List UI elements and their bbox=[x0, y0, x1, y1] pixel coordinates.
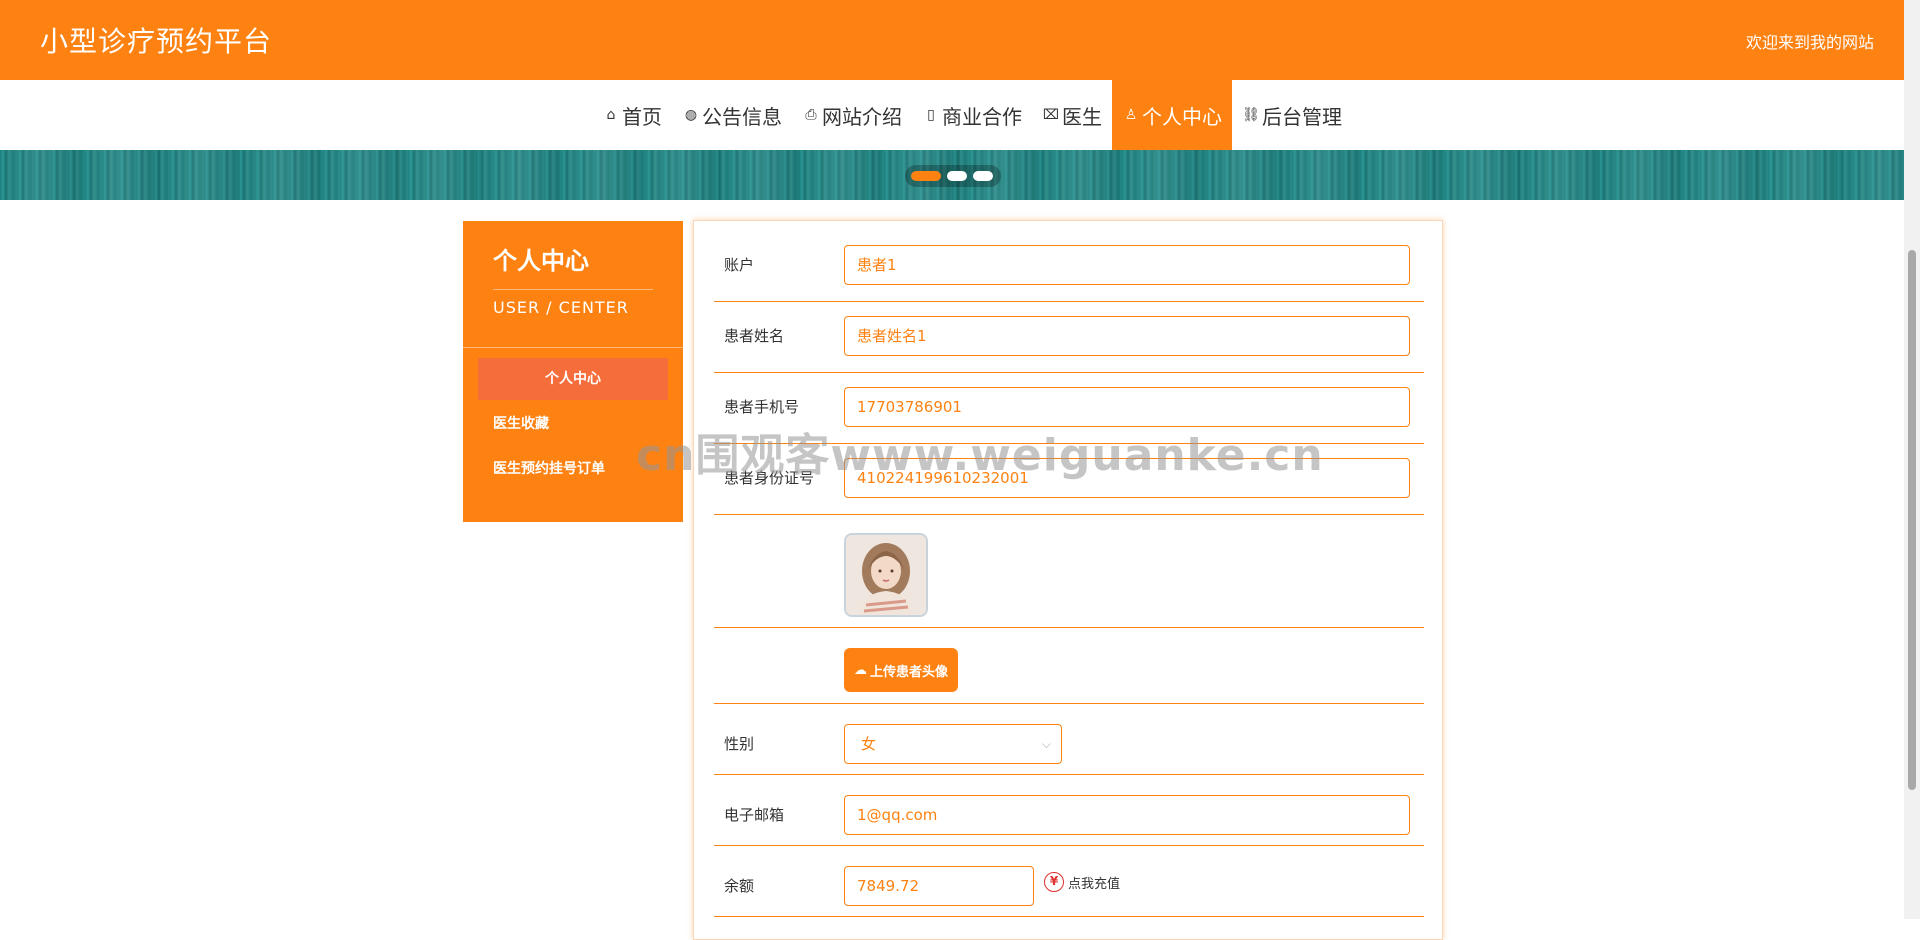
carousel-dot-1[interactable] bbox=[911, 171, 941, 181]
nav-item-label: 个人中心 bbox=[1142, 104, 1222, 129]
main-nav: ⌂ 首页 ◍ 公告信息 ⎙ 网站介绍 ▯ 商业合作 ⌧ 医生 ♙ 个人中心 ⛓ … bbox=[0, 80, 1904, 150]
nav-item-about[interactable]: ⎙ 网站介绍 bbox=[792, 80, 912, 150]
printer-icon: ⎙ bbox=[805, 107, 817, 123]
form-row-upload: ☁ 上传患者头像 bbox=[714, 628, 1424, 704]
form-row-balance: 余额 7849.72 ¥ 点我充值 bbox=[714, 846, 1424, 917]
gender-select[interactable]: 女 ⌵ bbox=[844, 724, 1062, 764]
account-input[interactable]: 患者1 bbox=[844, 245, 1410, 285]
nav-item-announcements[interactable]: ◍ 公告信息 bbox=[672, 80, 792, 150]
name-label: 患者姓名 bbox=[724, 327, 785, 345]
gender-label: 性别 bbox=[724, 735, 755, 753]
balance-input[interactable]: 7849.72 bbox=[844, 866, 1034, 906]
nav-item-admin[interactable]: ⛓ 后台管理 bbox=[1232, 80, 1352, 150]
avatar bbox=[844, 533, 928, 617]
user-icon: ♙ bbox=[1124, 107, 1138, 123]
document-icon: ▯ bbox=[927, 107, 935, 123]
phone-label: 患者手机号 bbox=[724, 398, 800, 416]
recharge-label: 点我充值 bbox=[1068, 876, 1121, 892]
nav-item-home[interactable]: ⌂ 首页 bbox=[592, 80, 672, 150]
gift-icon: ⌧ bbox=[1042, 107, 1060, 123]
nav-item-label: 医生 bbox=[1062, 104, 1102, 129]
nav-item-label: 网站介绍 bbox=[822, 104, 902, 129]
form-row-gender: 性别 女 ⌵ bbox=[714, 704, 1424, 775]
sidebar-divider bbox=[463, 347, 683, 348]
carousel-indicators bbox=[905, 165, 1001, 187]
sidebar-item-user-center[interactable]: 个人中心 bbox=[478, 358, 668, 400]
link-icon: ⛓ bbox=[1242, 107, 1260, 123]
site-title[interactable]: 小型诊疗预约平台 bbox=[40, 20, 272, 60]
globe-icon: ◍ bbox=[684, 107, 698, 123]
form-row-account: 账户 患者1 bbox=[714, 241, 1424, 302]
watermark: cn围观客www.weiguanke.cn bbox=[636, 430, 1324, 481]
upload-button-label: 上传患者头像 bbox=[870, 664, 949, 680]
nav-item-business[interactable]: ▯ 商业合作 bbox=[912, 80, 1032, 150]
cloud-upload-icon: ☁ bbox=[854, 662, 867, 678]
profile-form: 账户 患者1 患者姓名 患者姓名1 患者手机号 17703786901 患者身份… bbox=[693, 220, 1443, 940]
carousel-dot-3[interactable] bbox=[973, 171, 993, 181]
page-scrollbar[interactable] bbox=[1904, 0, 1920, 919]
header: 小型诊疗预约平台 欢迎来到我的网站 bbox=[0, 0, 1904, 80]
banner-carousel bbox=[0, 150, 1904, 200]
account-label: 账户 bbox=[724, 256, 755, 274]
form-row-avatar bbox=[714, 515, 1424, 628]
nav-item-doctors[interactable]: ⌧ 医生 bbox=[1032, 80, 1112, 150]
sidebar-title: 个人中心 bbox=[493, 247, 589, 275]
yuan-icon: ¥ bbox=[1044, 872, 1064, 892]
nav-item-label: 首页 bbox=[622, 104, 662, 129]
chevron-down-icon: ⌵ bbox=[1041, 737, 1051, 751]
nav-item-label: 公告信息 bbox=[702, 104, 782, 129]
balance-label: 余额 bbox=[724, 877, 755, 895]
carousel-dot-2[interactable] bbox=[947, 171, 967, 181]
gender-selected: 女 bbox=[861, 735, 877, 753]
home-icon: ⌂ bbox=[606, 107, 616, 123]
welcome-text: 欢迎来到我的网站 bbox=[1745, 33, 1874, 52]
recharge-link[interactable]: ¥ 点我充值 bbox=[1044, 872, 1120, 892]
form-row-email: 电子邮箱 1@qq.com bbox=[714, 775, 1424, 846]
nav-item-label: 商业合作 bbox=[942, 104, 1022, 129]
email-label: 电子邮箱 bbox=[724, 806, 785, 824]
nav-item-user-center[interactable]: ♙ 个人中心 bbox=[1112, 80, 1232, 150]
form-row-name: 患者姓名 患者姓名1 bbox=[714, 302, 1424, 373]
name-input[interactable]: 患者姓名1 bbox=[844, 316, 1410, 356]
upload-avatar-button[interactable]: ☁ 上传患者头像 bbox=[844, 648, 959, 692]
scrollbar-thumb[interactable] bbox=[1908, 250, 1916, 790]
email-input[interactable]: 1@qq.com bbox=[844, 795, 1410, 835]
nav-item-label: 后台管理 bbox=[1262, 104, 1342, 129]
sidebar-subtitle: USER / CENTER bbox=[493, 289, 653, 317]
